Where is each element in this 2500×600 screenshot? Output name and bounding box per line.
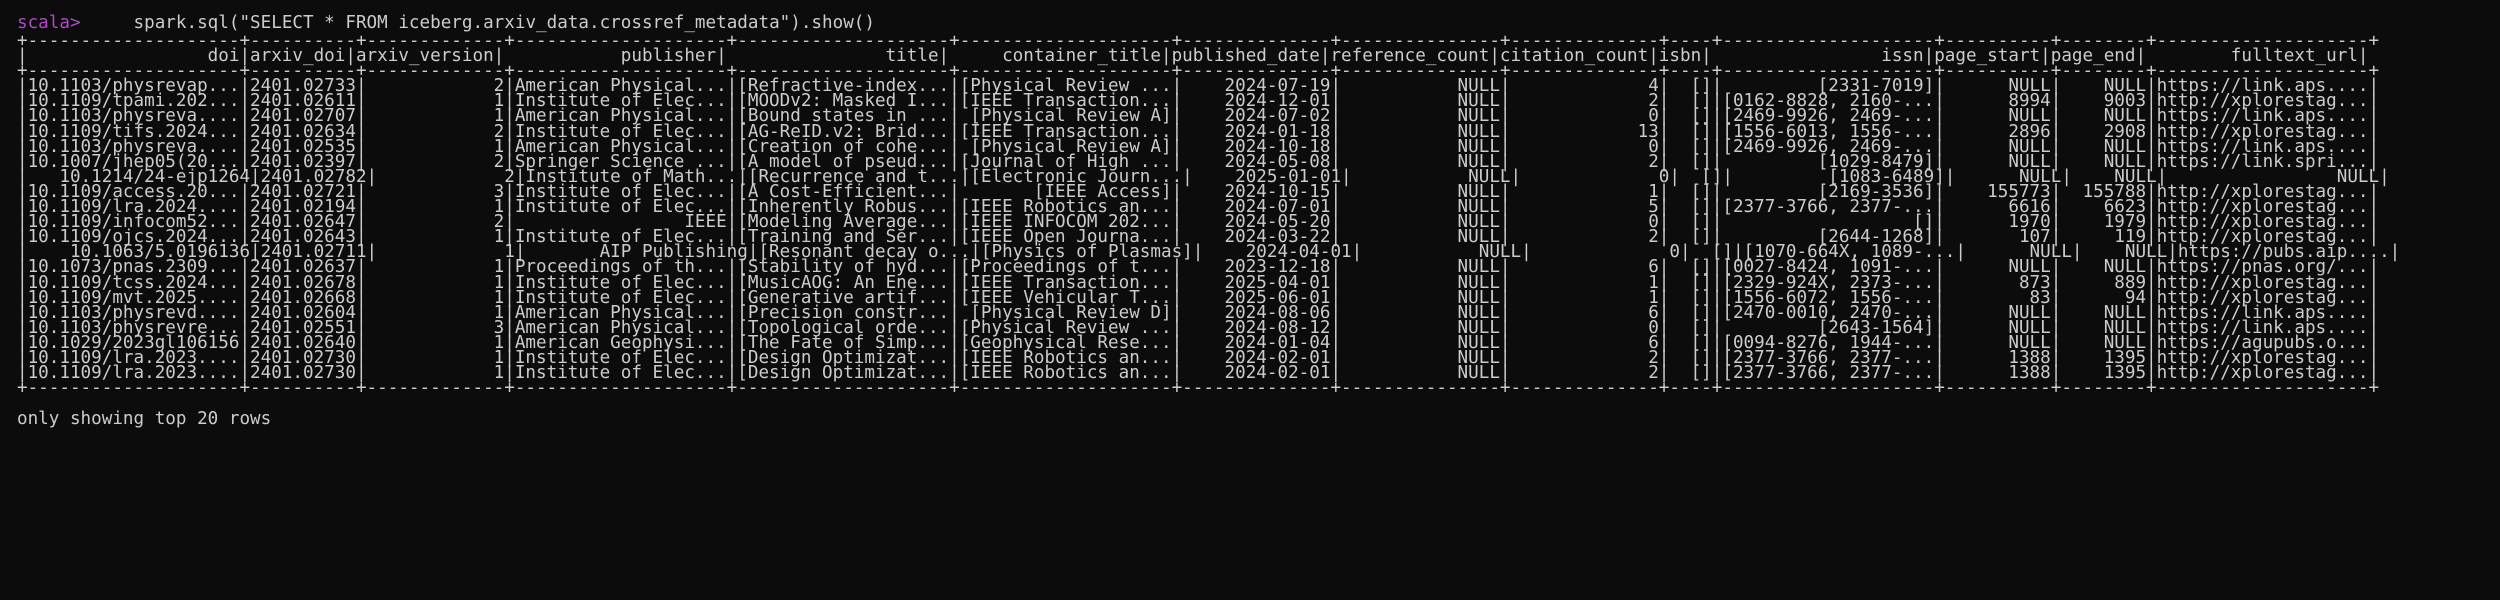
row-count-footer: only showing top 20 rows — [17, 409, 272, 430]
table-body: |10.1103/physrevap...|2401.02733| 2|Amer… — [17, 77, 2500, 381]
table-separator-bottom: +--------------------+----------+-------… — [17, 378, 2380, 399]
scala-prompt: scala> — [17, 13, 81, 33]
terminal-window[interactable]: scala> spark.sql("SELECT * FROM iceberg.… — [0, 0, 2500, 600]
spark-sql-command: spark.sql("SELECT * FROM iceberg.arxiv_d… — [80, 13, 875, 33]
